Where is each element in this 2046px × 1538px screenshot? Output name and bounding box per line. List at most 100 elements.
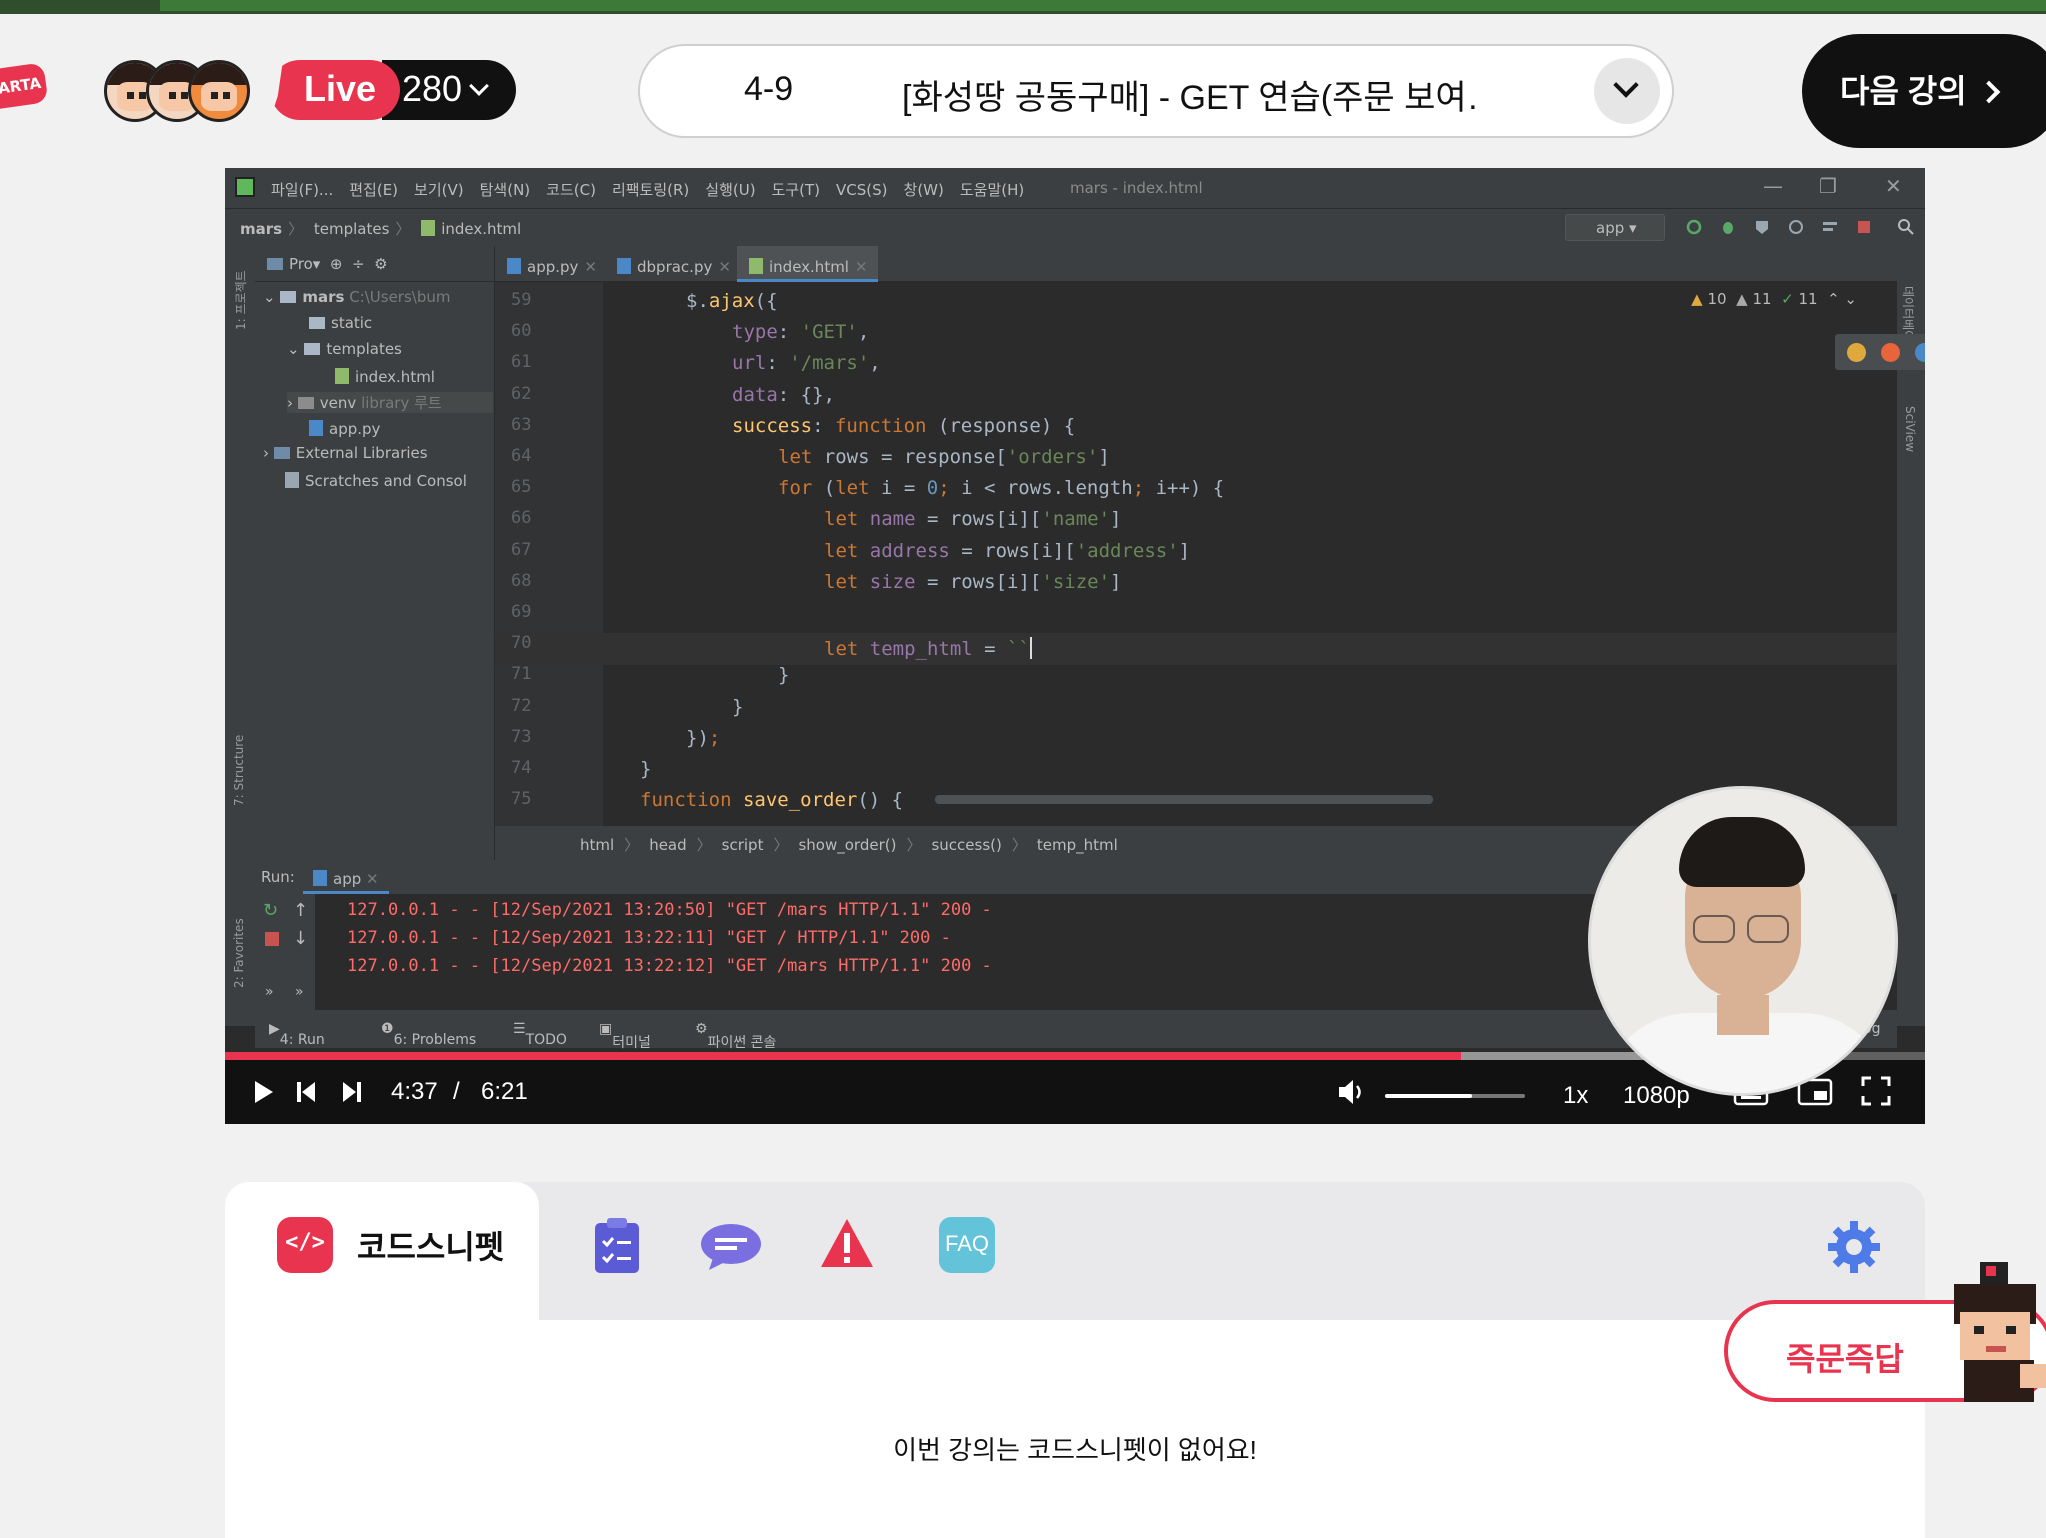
code-text: } [640,758,652,780]
more-icon: » [265,984,274,1000]
brand-logo[interactable]: ARTA [0,62,49,110]
run-tool-button: ▶ 4: Run [269,1021,325,1048]
tab-index-html: index.html ✕ [737,246,878,282]
ide-menu-item: 파일(F)... [271,181,334,199]
code-line: 65 for (let i = 0; i < rows.length; i++) … [495,477,1897,509]
chevron-down-icon [1613,72,1639,98]
tab-app-py: app.py ✕ [495,246,607,282]
code-line: 60 type: 'GET', [495,321,1897,353]
breadcrumb-project: mars [240,220,283,238]
ide-menu-item: 도구(T) [771,181,821,199]
chat-icon[interactable] [699,1222,763,1272]
line-number: 61 [511,352,532,373]
code-line: 71} [495,664,1897,696]
code-line: 69 [495,602,1897,634]
tree-item-templates: ⌄ templates [287,340,402,358]
line-number: 62 [511,383,532,404]
line-number: 75 [511,789,532,810]
tree-item-static: static [309,314,372,332]
code-line: 59 $.ajax({ [495,290,1897,322]
tree-item-scratches: Scratches and Consol [285,470,467,490]
playback-speed-button[interactable]: 1x [1563,1082,1588,1110]
ide-window-title: mars - index.html [1070,179,1203,197]
line-number: 68 [511,570,532,591]
ide-menu-item: 실행(U) [705,181,756,199]
line-number: 63 [511,414,532,435]
code-breadcrumb-item: temp_html [1036,836,1118,854]
report-warning-icon[interactable] [819,1217,875,1271]
live-viewers-button[interactable]: 280 Live [270,60,516,120]
top-progress-strip-fill [160,0,2046,11]
arrow-down-icon: ↓ [293,928,309,949]
tree-item-app-py: app.py [309,418,380,438]
code-breadcrumb-item: success() [931,836,1002,854]
code-text: } [732,695,744,718]
code-breadcrumb-item: script [721,836,764,854]
line-number: 60 [511,321,532,342]
lecture-side-panel: </> 코드스니펫 FAQ 이번 강의는 코드스니펫이 없어요! [225,1182,1925,1538]
video-duration: 6:21 [481,1078,528,1105]
editor-tab-bar: app.py ✕ dbprac.py ✕ index.html ✕ [495,246,1897,282]
next-lecture-button[interactable]: 다음 강의 [1802,34,2046,148]
video-progress-fill [225,1052,1461,1060]
chevron-right-icon [1977,80,2000,104]
play-icon[interactable] [253,1080,275,1104]
code-line: 74} [495,758,1897,790]
code-text: let size = rows[i]['size'] [824,570,1122,593]
code-line: 62 data: {}, [495,384,1897,416]
text-caret [1029,637,1032,660]
stop-icon [1858,221,1870,233]
tree-item-venv: › venv library 루트 [287,392,493,413]
lecture-selector[interactable]: 4-9 [화성땅 공동구매] - GET 연습(주문 보여… [638,44,1674,138]
rerun-icon [1686,219,1702,235]
ide-menu-item: VCS(S) [836,181,888,199]
debug-icon [1723,222,1733,234]
skip-previous-icon[interactable] [295,1080,317,1104]
code-text: url: '/mars', [732,352,881,375]
console-log-line: 127.0.0.1 - - [12/Sep/2021 13:22:12] "GE… [347,956,992,976]
lecture-dropdown-button[interactable] [1594,58,1660,124]
problems-tool-button: ❶ 6: Problems [381,1021,477,1048]
line-number: 74 [511,758,532,778]
project-pane-title: Pro [289,255,313,273]
gear-icon[interactable] [1827,1220,1881,1274]
run-label: Run: [261,868,295,886]
volume-slider-fill [1385,1094,1472,1098]
volume-icon[interactable] [1337,1078,1367,1106]
code-text: } [778,664,790,687]
project-tree-pane: Pro▾ ⊕ ÷ ⚙ ⌄ mars C:\Users\bum static ⌄ … [255,246,495,860]
tree-item-index-html: index.html [335,366,435,386]
ide-menu-item: 코드(C) [546,181,596,199]
run-config-label: app [1596,219,1625,237]
run-toolbar: ↻ ↑ ↓ » » [255,894,315,1010]
ide-menu-item: 도움말(H) [959,181,1025,199]
line-number: 73 [511,726,532,747]
code-text: let address = rows[i]['address'] [824,539,1191,562]
search-icon [1898,219,1914,235]
ide-menu-item: 탐색(N) [479,181,531,199]
sciview-tool-label: SciView [1903,406,1917,453]
line-number: 71 [511,664,532,685]
notes-icon[interactable] [593,1217,641,1275]
html-file-icon [335,368,349,384]
ide-menu-item: 편집(E) [349,181,399,199]
tab-code-snippets[interactable]: </> 코드스니펫 [225,1182,539,1322]
breadcrumb-folder: templates [313,220,390,238]
code-text: $.ajax({ [686,290,778,312]
project-pane-header: Pro▾ ⊕ ÷ ⚙ [255,246,494,282]
line-number: 72 [511,695,532,716]
faq-icon[interactable]: FAQ [939,1217,995,1273]
restore-icon: ❐ [1819,174,1837,198]
ide-left-tool-stripe: 1: 프로젝트 7: Structure 2: Favorites [225,246,255,1026]
live-badge: Live [270,60,400,120]
skip-next-icon[interactable] [341,1080,363,1104]
html-file-icon [421,220,436,236]
stop-icon [265,932,279,946]
code-editor: ▲ 10 ▲ 11 ✓ 11 ⌃ ⌄ 59 $.ajax({60 type: 'GE… [495,282,1925,826]
volume-slider[interactable] [1385,1094,1525,1098]
code-text: function save_order() { [640,789,904,812]
code-text: let name = rows[i]['name'] [824,508,1122,531]
code-text: let rows = response['orders'] [778,446,1110,468]
avatar [188,60,250,122]
ide-menu-item: 리팩토링(R) [611,181,690,199]
